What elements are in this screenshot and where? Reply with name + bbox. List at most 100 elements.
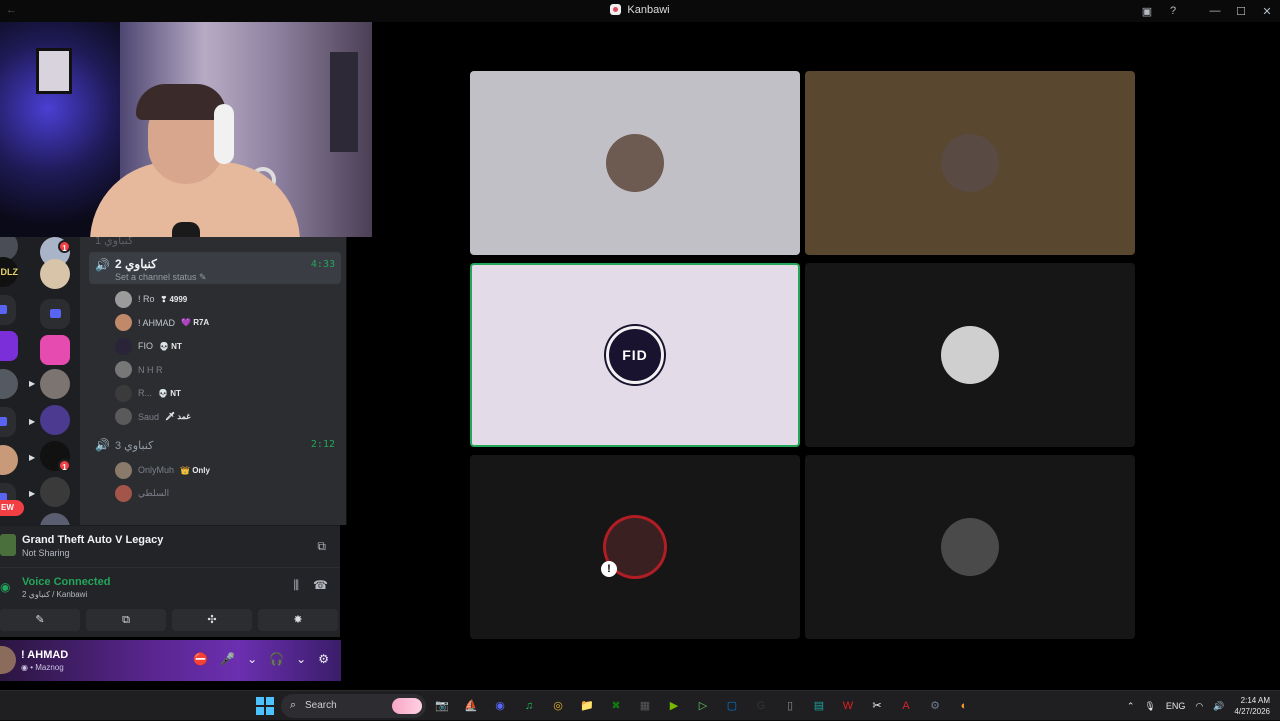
server-icon[interactable] [0, 331, 18, 361]
taskbar-app-icon[interactable]: ▷ [693, 696, 713, 716]
webcam-overlay [0, 22, 372, 237]
search-highlight-icon [392, 698, 422, 714]
voice-buttons: ✎ ⧉ ✣ ✸ [0, 609, 340, 631]
channel-status[interactable]: Set a channel status ✎ [115, 272, 207, 283]
language-indicator[interactable]: ENG [1166, 701, 1186, 711]
taskbar-app-icon[interactable]: ⛵ [461, 696, 481, 716]
voice-member[interactable]: ! AHMAD 💜 R7A [115, 313, 335, 333]
user-panel: ! AHMAD ◉ • Maznog ⛔ 🎤 ⌄ 🎧 ⌄ ⚙ [0, 640, 341, 681]
taskbar-search[interactable]: ⌕ Search [281, 694, 426, 718]
taskbar-app-icon[interactable]: G [751, 696, 771, 716]
taskbar-app-icon[interactable]: A [896, 696, 916, 716]
taskbar-app-icon[interactable]: W [838, 696, 858, 716]
voice-channel-faded[interactable]: كنباوي 1 [95, 237, 133, 247]
taskbar-app-icon[interactable]: ♫ [519, 696, 539, 716]
video-tile[interactable] [470, 71, 800, 255]
member-tag: 💀 NT [158, 388, 181, 398]
server-icon[interactable] [40, 259, 70, 289]
avatar [115, 337, 132, 355]
voice-connected-label[interactable]: Voice Connected [22, 576, 110, 588]
maximize-button[interactable]: ☐ [1228, 5, 1254, 18]
volume-icon[interactable]: 🔊 [1213, 701, 1224, 712]
server-icon[interactable] [40, 405, 70, 435]
voice-member[interactable]: السلطي [115, 484, 335, 504]
taskbar-app-icon[interactable]: ▦ [635, 696, 655, 716]
taskbar-app-icon[interactable]: ◉ [490, 696, 510, 716]
signal-icon[interactable]: ◉ [0, 580, 10, 594]
video-tile[interactable]: ! [470, 455, 800, 639]
camera-off-icon[interactable]: ⛔ [193, 652, 208, 666]
video-tile-speaking[interactable]: FID [470, 263, 800, 447]
microphone-icon[interactable]: 🎤 [220, 652, 235, 666]
discord-app: ← Kanbawi ▣ ? — ☐ ✕ 1 DLZ ▶ ▶ ▶ 1 ▶ EW ك… [0, 0, 1280, 690]
channel-timer: 4:33 [310, 259, 335, 270]
server-icon-dlz[interactable]: DLZ [0, 257, 18, 287]
chevron-down-icon[interactable]: ⌄ [247, 652, 257, 666]
member-tag: 👑 Only [180, 465, 210, 475]
server-icon[interactable] [0, 369, 18, 399]
taskbar-app-icon[interactable]: ✖ [606, 696, 626, 716]
close-button[interactable]: ✕ [1254, 5, 1280, 18]
taskbar-app-icon[interactable]: ◎ [548, 696, 568, 716]
avatar [115, 461, 132, 479]
stream-game-icon[interactable]: ⧉ [317, 539, 326, 554]
wifi-icon[interactable]: ◠ [1195, 701, 1203, 712]
voice-channel[interactable]: 🔊 كنباوي 3 2:12 [89, 436, 341, 456]
game-title: Grand Theft Auto V Legacy [22, 534, 164, 546]
taskbar-app-icon[interactable]: 📁 [577, 696, 597, 716]
taskbar-app-icon[interactable]: ⚙ [925, 696, 945, 716]
window-title-text: Kanbawi [627, 4, 670, 16]
server-icon[interactable] [40, 369, 70, 399]
member-name: Saud [138, 411, 160, 422]
video-tile[interactable] [805, 71, 1135, 255]
taskbar-app-icon[interactable]: ▯ [780, 696, 800, 716]
minimize-button[interactable]: — [1202, 5, 1228, 17]
camera-button[interactable]: ✎ [0, 609, 80, 631]
search-icon: ⌕ [290, 699, 297, 711]
member-name: السلطي [138, 488, 170, 498]
soundboard-button[interactable]: ✸ [258, 609, 338, 631]
video-tile[interactable] [805, 455, 1135, 639]
video-tile[interactable] [805, 263, 1135, 447]
voice-member[interactable]: Saud 🗡 غمد [115, 407, 335, 427]
settings-icon[interactable]: ⚙ [318, 652, 329, 666]
verified-server-icon[interactable] [40, 335, 70, 365]
tray-chevron-icon[interactable]: ⌃ [1127, 701, 1135, 712]
voice-member[interactable]: OnlyMuh 👑 Only [115, 460, 335, 480]
voice-member[interactable]: ! Ro ❣ 4999 [115, 289, 335, 309]
voice-member[interactable]: R... 💀 NT [115, 383, 335, 403]
taskbar-app-icon[interactable]: ▶ [664, 696, 684, 716]
member-name: R... [138, 388, 153, 398]
windows-start-icon[interactable] [256, 697, 274, 715]
headset-icon[interactable]: 🎧 [269, 652, 284, 666]
activities-button[interactable]: ✣ [172, 609, 252, 631]
server-folder-icon[interactable] [0, 295, 16, 325]
server-folder-icon[interactable] [40, 299, 70, 329]
avatar[interactable] [0, 646, 16, 674]
voice-member[interactable]: FIO 💀 NT [115, 336, 335, 356]
clock-time: 2:14 AM [1240, 696, 1270, 705]
server-folder-icon[interactable] [0, 407, 16, 437]
title-bar-icons: ▣ ? — ☐ ✕ [1134, 0, 1280, 22]
voice-member[interactable]: N H R [115, 360, 335, 380]
taskbar-app-icon[interactable]: ◐ [954, 696, 974, 716]
taskbar: ⌕ Search 📷 ⛵ ◉ ♫ ◎ 📁 ✖ ▦ ▶ ▷ ▢ G ▯ ▤ W ✂ A ⚙ ◐ ⌃ 🎙 ENG ◠ 🔊… [0, 690, 1280, 720]
chevron-down-icon[interactable]: ⌄ [296, 652, 306, 666]
noise-suppression-icon[interactable]: ⫼ [294, 578, 300, 593]
username[interactable]: ! AHMAD [21, 649, 68, 661]
tray-mic-icon[interactable]: 🎙 [1144, 701, 1155, 712]
taskbar-app-icon[interactable]: ✂ [867, 696, 887, 716]
taskbar-app-icon[interactable]: ▢ [722, 696, 742, 716]
share-screen-button[interactable]: ⧉ [86, 609, 166, 631]
help-icon[interactable]: ? [1160, 5, 1186, 17]
taskbar-app-icon[interactable]: 📷 [432, 696, 452, 716]
server-icon[interactable] [0, 445, 18, 475]
clock[interactable]: 2:14 AM 4/27/2026 [1234, 695, 1270, 717]
disconnect-icon[interactable]: ☎ [313, 578, 328, 593]
taskbar-app-icon[interactable]: ▤ [809, 696, 829, 716]
inbox-icon[interactable]: ▣ [1134, 5, 1160, 18]
server-icon[interactable] [40, 513, 70, 525]
voice-location[interactable]: كنباوي 2 / Kanbawi [22, 590, 87, 599]
voice-channel-active[interactable]: 🔊 كنباوي 2 Set a channel status ✎ 4:33 [89, 252, 341, 284]
server-icon[interactable] [40, 477, 70, 507]
